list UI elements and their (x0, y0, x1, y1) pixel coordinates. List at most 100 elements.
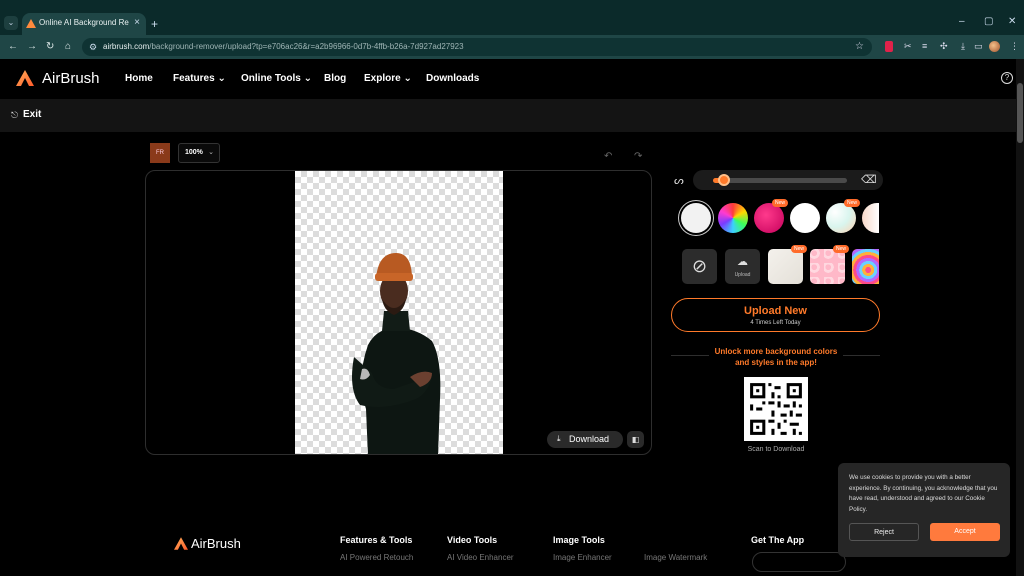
user-avatar[interactable]: FR (150, 143, 170, 163)
swatch-magenta[interactable]: New (754, 199, 788, 233)
home-icon[interactable]: ⌂ (65, 41, 71, 52)
zoom-select[interactable]: 100% ⌄ (178, 143, 220, 163)
exit-icon[interactable]: ⎋ (11, 110, 18, 121)
back-icon[interactable]: ← (8, 41, 18, 52)
undo-icon[interactable]: ↶ (604, 151, 612, 162)
url-input[interactable]: ⚙ airbrush.com/background-remover/upload… (82, 38, 872, 56)
help-icon[interactable]: ? (1001, 72, 1013, 84)
extensions-puzzle-icon[interactable]: ✣ (940, 41, 948, 52)
nav-features[interactable]: Features ⌄ (173, 73, 226, 84)
tab-close-icon[interactable]: × (134, 17, 140, 28)
footer-heading-app: Get The App (751, 535, 805, 545)
chevron-down-icon: ⌄ (403, 73, 412, 84)
new-badge: New (791, 245, 807, 253)
no-background-icon[interactable]: ⊘ (682, 249, 717, 284)
slider-thumb[interactable] (717, 174, 730, 186)
footer-link[interactable]: Image Enhancer (553, 553, 612, 562)
tab-list-icon[interactable]: ⌄ (4, 16, 18, 30)
nav-explore[interactable]: Explore ⌄ (364, 73, 412, 84)
footer-link[interactable]: AI Video Enhancer (447, 553, 514, 562)
footer-heading-features: Features & Tools (340, 535, 413, 545)
window-close-icon[interactable]: ✕ (1008, 16, 1016, 27)
red-extension-icon[interactable] (885, 41, 893, 52)
media-icon[interactable]: ▭ (974, 41, 983, 52)
cutout-person-image (352, 253, 441, 454)
profile-avatar[interactable] (989, 41, 1000, 52)
app-store-button[interactable] (752, 552, 846, 572)
cloud-upload-icon: ☁ (737, 256, 748, 268)
footer-heading-video: Video Tools (447, 535, 498, 545)
scan-caption: Scan to Download (747, 446, 805, 453)
upload-background-button[interactable]: ☁ Upload (725, 249, 760, 284)
new-tab-icon[interactable]: + (151, 17, 158, 31)
eraser-icon[interactable]: ⌫ (861, 173, 877, 186)
footer-link[interactable]: AI Powered Retouch (340, 553, 413, 562)
nav-online-tools-label: Online Tools (241, 73, 301, 84)
download-icon: ⤓ (557, 434, 561, 443)
download-label: Download (569, 434, 610, 444)
upload-new-title: Upload New (744, 305, 807, 317)
new-badge: New (844, 199, 860, 207)
nav-blog[interactable]: Blog (324, 73, 346, 84)
browser-menu-icon[interactable]: ⋮ (1010, 41, 1019, 52)
extension-icon-1[interactable]: ✂ (904, 41, 912, 52)
minimize-icon[interactable]: – (959, 16, 965, 27)
extension-icon-2[interactable]: ≡ (922, 41, 927, 51)
swatch-white[interactable] (790, 203, 820, 233)
swatch-pastel[interactable]: New (826, 199, 860, 233)
compare-icon[interactable]: ◧ (627, 431, 644, 448)
unlock-promo: Unlock more background colors and styles… (709, 346, 843, 368)
image-canvas[interactable]: ⤓ Download ◧ (145, 170, 652, 455)
new-badge: New (772, 199, 788, 207)
bookmark-star-icon[interactable]: ☆ (855, 41, 864, 52)
new-badge: New (833, 245, 849, 253)
scrollbar-thumb[interactable] (1017, 83, 1023, 143)
downloads-icon[interactable]: ⤓ (961, 41, 965, 52)
cookie-text: We use cookies to provide you with a bet… (849, 474, 998, 513)
nav-online-tools[interactable]: Online Tools ⌄ (241, 73, 312, 84)
restore-brush-icon[interactable]: ᔕ (674, 174, 684, 187)
background-tile-paper[interactable]: New (768, 245, 807, 284)
chevron-down-icon: ⌄ (208, 149, 214, 156)
site-info-icon[interactable]: ⚙ (89, 42, 97, 53)
accept-button[interactable]: Accept (930, 523, 1000, 541)
brand-name[interactable]: AirBrush (42, 70, 100, 87)
url-path: /background-remover/upload?tp=e706ac26&r… (149, 42, 464, 51)
redo-icon[interactable]: ↷ (634, 151, 642, 162)
address-bar-row: ← → ↻ ⌂ ⚙ airbrush.com/background-remove… (0, 35, 1024, 59)
slider-track[interactable] (713, 178, 847, 183)
nav-explore-label: Explore (364, 73, 401, 84)
maximize-icon[interactable]: ▢ (984, 16, 993, 27)
browser-tab-bar: ⌄ Online AI Background Remover × + – ▢ ✕ (0, 0, 1024, 35)
footer-logo-icon[interactable] (174, 537, 188, 550)
nav-home[interactable]: Home (125, 73, 153, 84)
unlock-line-1: Unlock more background colors (714, 347, 838, 356)
page-scrollbar[interactable] (1016, 59, 1024, 576)
exit-button[interactable]: Exit (23, 109, 41, 120)
airbrush-logo-icon[interactable] (16, 70, 34, 86)
download-button[interactable]: ⤓ Download (547, 431, 623, 448)
forward-icon[interactable]: → (27, 41, 37, 52)
chevron-down-icon: ⌄ (217, 73, 226, 84)
url-host: airbrush.com (103, 42, 150, 51)
reject-button[interactable]: Reject (849, 523, 919, 541)
upload-tile-label: Upload (734, 272, 751, 278)
site-header: AirBrush Home Features ⌄ Online Tools ⌄ … (0, 59, 1024, 99)
footer-link[interactable]: Image Watermark (644, 553, 707, 562)
swatch-peach[interactable] (862, 203, 879, 233)
background-tile-rainbow[interactable] (852, 249, 879, 284)
cookie-banner: We use cookies to provide you with a bet… (838, 463, 1010, 557)
reload-icon[interactable]: ↻ (46, 41, 54, 52)
editor-toolbar: ⎋ Exit (0, 99, 1024, 132)
background-tile-hearts[interactable]: New (810, 245, 849, 284)
upload-new-button[interactable]: Upload New 4 Times Left Today (671, 298, 880, 332)
qr-code-icon (744, 377, 808, 441)
browser-tab[interactable]: Online AI Background Remover × (22, 13, 146, 35)
footer-brand[interactable]: AirBrush (191, 536, 241, 551)
url-text: airbrush.com/background-remover/upload?t… (103, 42, 464, 51)
swatch-color-picker[interactable] (718, 203, 748, 233)
swatch-transparent-selected[interactable] (681, 203, 711, 233)
nav-downloads[interactable]: Downloads (426, 73, 479, 84)
chevron-down-icon: ⌄ (303, 73, 312, 84)
brush-size-slider[interactable]: ⌫ (693, 170, 883, 190)
